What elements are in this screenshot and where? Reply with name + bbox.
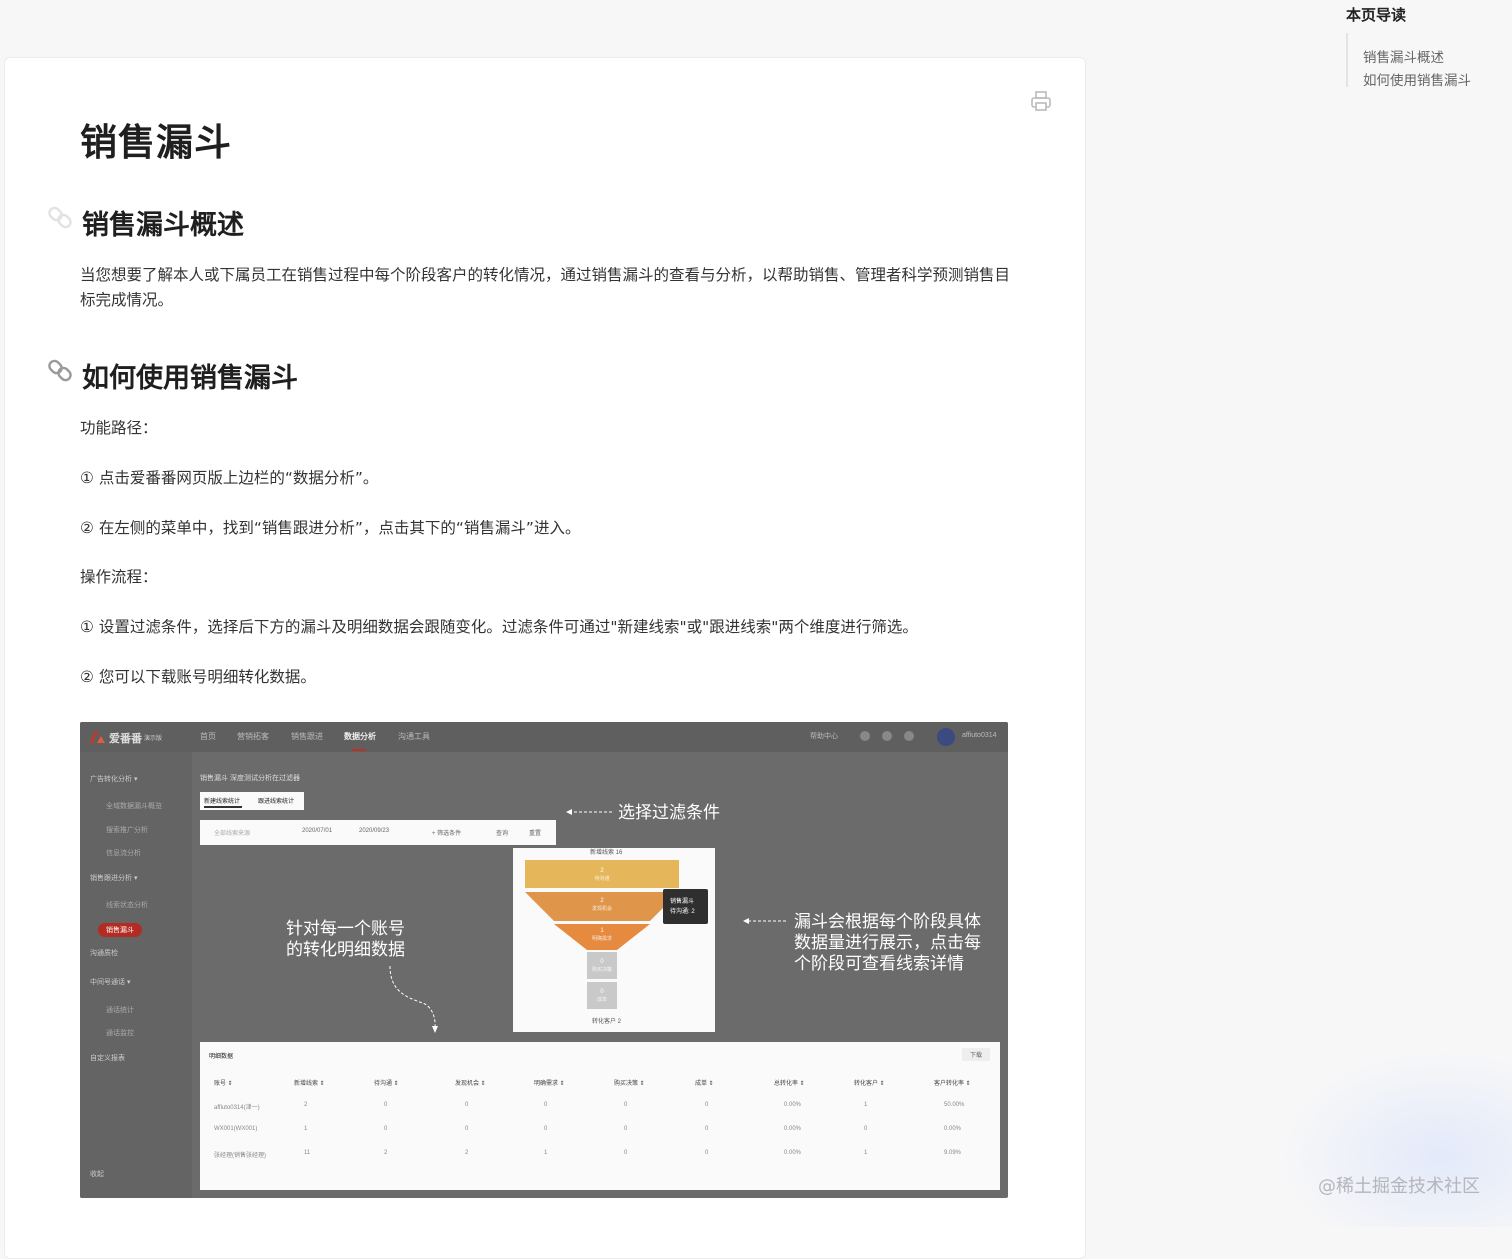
table-cell: 0: [544, 1126, 548, 1132]
annotation-account: 的转化明细数据: [286, 940, 405, 959]
paragraph-flow-label: 操作流程：: [80, 568, 158, 586]
table-header[interactable]: 发现机会 ⇕: [455, 1078, 486, 1087]
print-icon[interactable]: [1030, 90, 1052, 112]
table-title: 明细数据: [209, 1054, 234, 1060]
table-header[interactable]: 转化客户 ⇕: [854, 1078, 885, 1087]
section-heading-overview: 销售漏斗概述: [82, 210, 244, 241]
table-header[interactable]: 账号 ⇕: [214, 1078, 233, 1087]
table-cell: 1: [304, 1126, 308, 1132]
table-cell: 2: [465, 1150, 469, 1156]
table-cell: 0.00%: [784, 1126, 802, 1132]
paragraph-overview: 当您想要了解本人或下属员工在销售过程中每个阶段客户的转化情况，通过销售漏斗的查看…: [80, 266, 1011, 309]
table-header[interactable]: 客户转化率 ⇕: [934, 1078, 971, 1087]
anchor-link-icon[interactable]: [46, 203, 76, 233]
toc-item-usage[interactable]: 如何使用销售漏斗: [1363, 69, 1471, 89]
table-header[interactable]: 总转化率 ⇕: [774, 1078, 805, 1087]
table-header[interactable]: 购买决策 ⇕: [614, 1078, 645, 1087]
table-cell: affiuto0314(津一): [214, 1105, 260, 1111]
paragraph-step-2: ② 在左侧的菜单中，找到“销售跟进分析”，点击其下的“销售漏斗”进入。: [80, 519, 581, 537]
table-header[interactable]: 新增线索 ⇕: [294, 1078, 325, 1087]
table-cell: 1: [864, 1150, 868, 1156]
anchor-link-icon[interactable]: [46, 356, 76, 386]
paragraph-flow-2: ② 您可以下载账号明细转化数据。: [80, 668, 316, 686]
table-cell: 2: [384, 1150, 388, 1156]
corner-glow: [1280, 1050, 1512, 1227]
table-cell: 9.09%: [944, 1150, 962, 1156]
table-cell: 0.00%: [784, 1102, 802, 1108]
annotation-funnel: 数据量进行展示，点击每: [794, 933, 981, 952]
table-header[interactable]: 成单 ⇕: [695, 1078, 714, 1087]
table-cell: 0: [705, 1102, 709, 1108]
table-cell: 0.00%: [784, 1150, 802, 1156]
table-cell: 50.00%: [944, 1102, 965, 1108]
toc-item-overview[interactable]: 销售漏斗概述: [1363, 46, 1444, 66]
table-cell: 0.00%: [944, 1126, 962, 1132]
table-cell: WX001(WX001): [214, 1126, 258, 1132]
paragraph-flow-1: ① 设置过滤条件，选择后下方的漏斗及明细数据会跟随变化。过滤条件可通过"新建线索…: [80, 618, 918, 636]
annotation-account: 针对每一个账号: [286, 919, 405, 938]
page-title: 销售漏斗: [80, 121, 232, 164]
section-heading-usage: 如何使用销售漏斗: [82, 363, 298, 394]
table-cell: 0: [624, 1102, 628, 1108]
table-cell: 张经理(销售张经理): [214, 1153, 266, 1159]
detail-table: 明细数据 下载 账号 ⇕ 新增线索 ⇕ 待沟通 ⇕ 发现机会 ⇕ 明确需求 ⇕ 购买决策 …: [200, 1042, 1000, 1190]
embedded-screenshot: 爱番番 演示版 首页 营销拓客 销售跟进 数据分析 沟通工具 帮助中心 affi…: [80, 722, 1008, 1198]
table-cell: 2: [304, 1102, 308, 1108]
annotation-funnel: 漏斗会根据每个阶段具体: [794, 912, 981, 931]
table-cell: 0: [705, 1150, 709, 1156]
table-cell: 0: [465, 1126, 469, 1132]
table-cell: 1: [864, 1102, 868, 1108]
toc-rail: [1346, 33, 1348, 87]
download-button: 下载: [962, 1048, 991, 1061]
table-cell: 0: [465, 1102, 469, 1108]
table-cell: 0: [624, 1126, 628, 1132]
paragraph-path-label: 功能路径：: [80, 419, 158, 437]
table-cell: 0: [624, 1150, 628, 1156]
toc-title: 本页导读: [1346, 6, 1407, 24]
table-header[interactable]: 待沟通 ⇕: [374, 1078, 399, 1087]
table-cell: 0: [384, 1102, 388, 1108]
table-cell: 0: [544, 1102, 548, 1108]
table-cell: 11: [304, 1150, 311, 1156]
paragraph-step-1: ① 点击爱番番网页版上边栏的“数据分析”。: [80, 469, 379, 487]
table-header[interactable]: 明确需求 ⇕: [534, 1078, 565, 1087]
table-cell: 0: [864, 1126, 868, 1132]
table-cell: 0: [384, 1126, 388, 1132]
table-cell: 0: [705, 1126, 709, 1132]
annotation-funnel: 个阶段可查看线索详情: [794, 954, 964, 973]
annotation-filter: 选择过滤条件: [618, 803, 720, 822]
table-cell: 1: [544, 1150, 548, 1156]
watermark: @稀土掘金技术社区: [1318, 1176, 1480, 1197]
